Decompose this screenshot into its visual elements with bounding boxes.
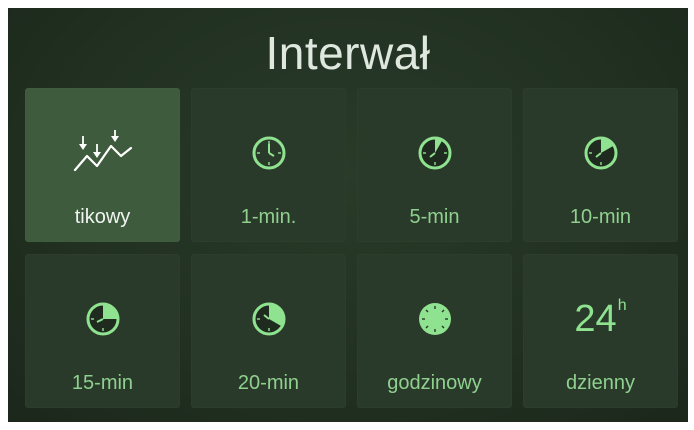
interval-tile-1-min[interactable]: 1-min. (191, 88, 346, 242)
tile-label: 10-min (569, 206, 632, 228)
interval-tile-tick[interactable]: tikowy (25, 88, 180, 242)
day-24h-superscript: h (617, 297, 627, 314)
interval-tile-daily[interactable]: 24h dzienny (523, 254, 678, 408)
tile-label: tikowy (74, 206, 131, 228)
interval-tile-20-min[interactable]: 20-min (191, 254, 346, 408)
tile-label: 20-min (237, 372, 300, 394)
tile-label: 1-min. (240, 206, 297, 228)
clock-icon (357, 130, 512, 176)
interval-tile-5-min[interactable]: 5-min (357, 88, 512, 242)
interval-panel: Interwał tikowy 1-min. 5-min 10-min 15-m… (8, 8, 688, 422)
day-24h-text: 24h (574, 297, 627, 340)
interval-tile-10-min[interactable]: 10-min (523, 88, 678, 242)
clock-icon (191, 130, 346, 176)
clock-icon (191, 296, 346, 342)
tile-label: 15-min (71, 372, 134, 394)
clock-icon (357, 296, 512, 342)
interval-tile-15-min[interactable]: 15-min (25, 254, 180, 408)
day-24h-icon: 24h (523, 296, 678, 342)
tile-label: 5-min (409, 206, 460, 228)
tick-chart-icon (25, 130, 180, 176)
tile-label: godzinowy (387, 372, 482, 394)
interval-grid: tikowy 1-min. 5-min 10-min 15-min 20-min… (25, 88, 678, 408)
clock-icon (523, 130, 678, 176)
clock-icon (25, 296, 180, 342)
panel-title: Interwał (265, 27, 431, 79)
interval-tile-hourly[interactable]: godzinowy (357, 254, 512, 408)
tile-label: dzienny (566, 372, 635, 394)
day-24h-number: 24 (574, 298, 617, 340)
